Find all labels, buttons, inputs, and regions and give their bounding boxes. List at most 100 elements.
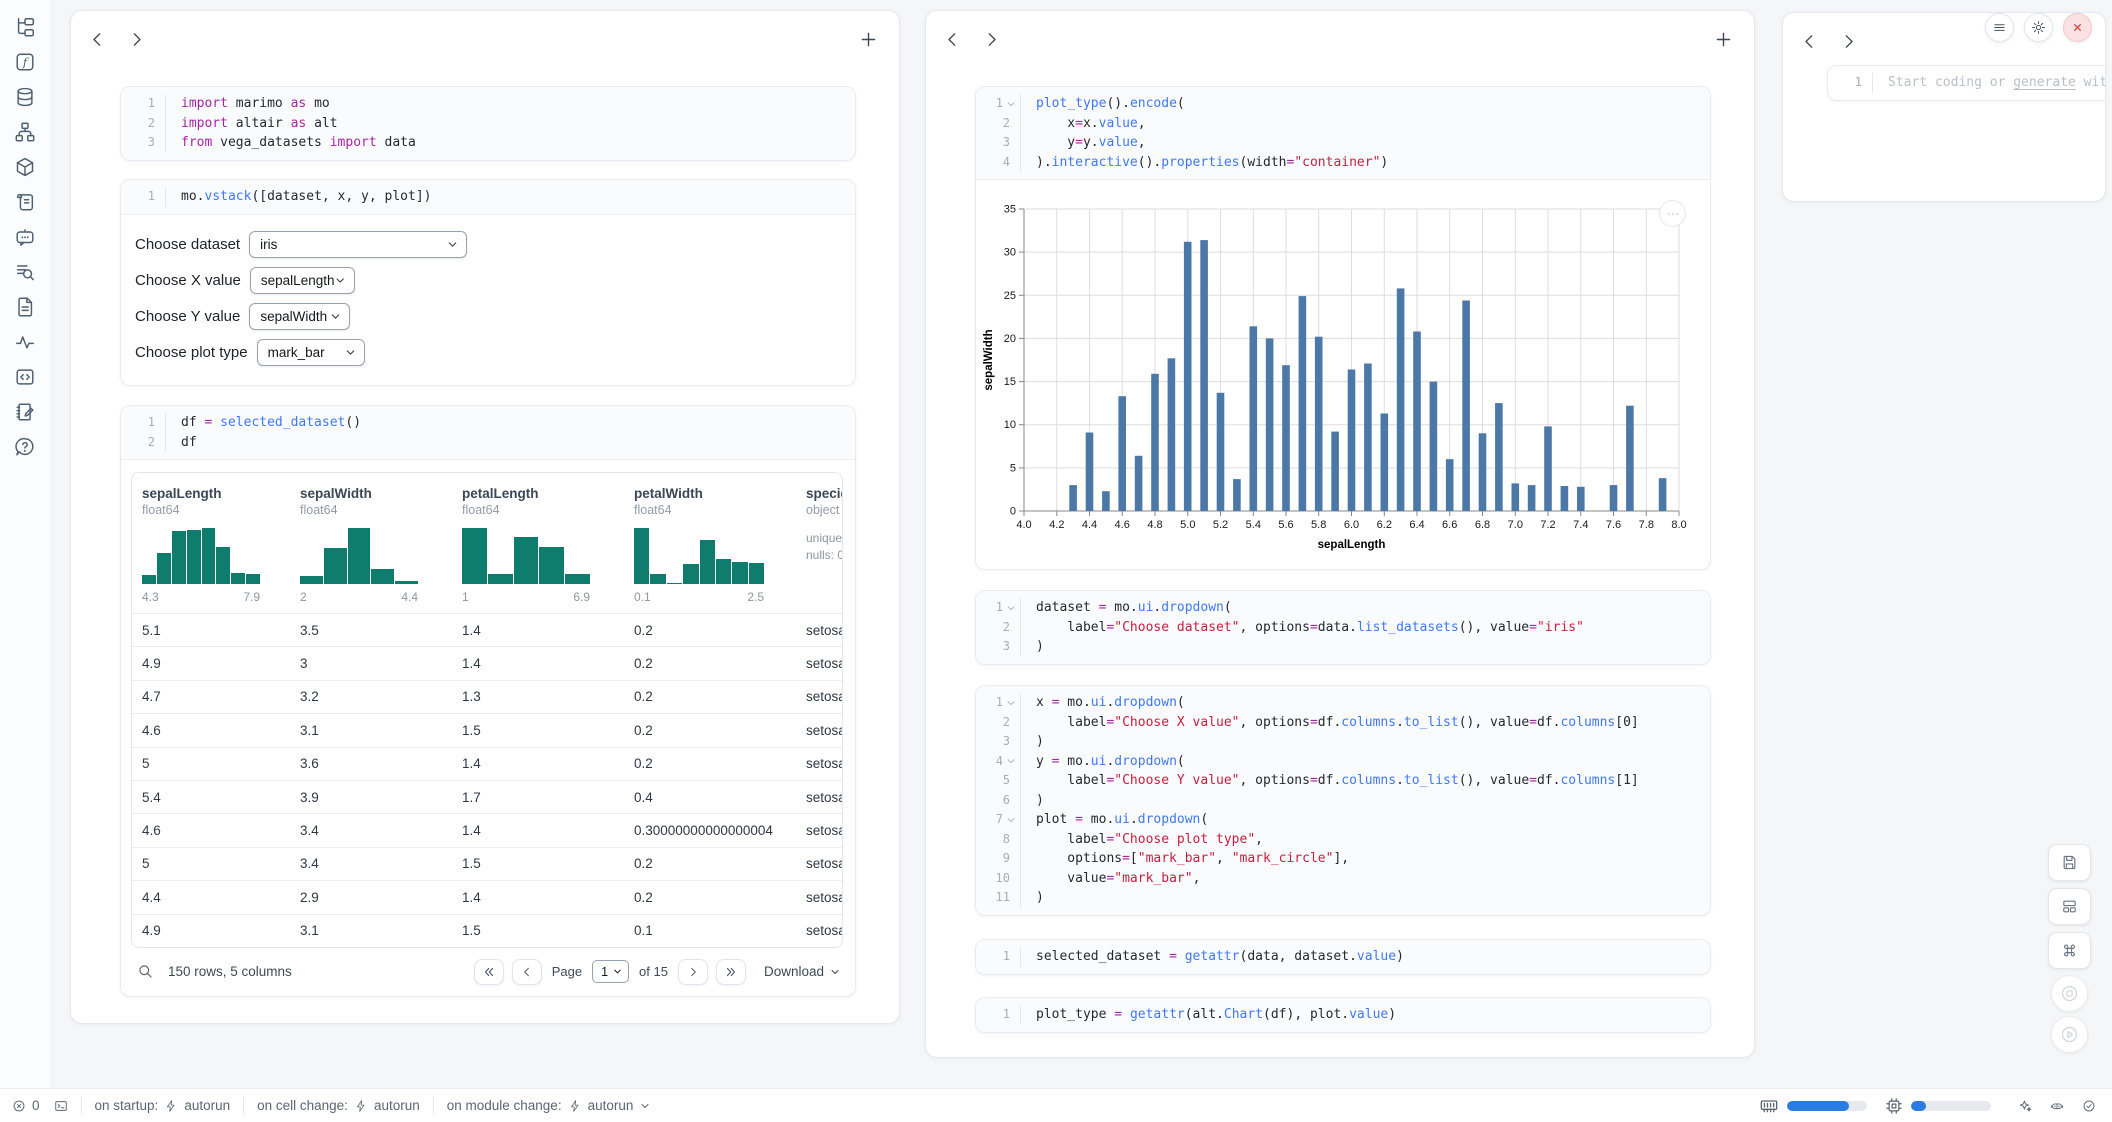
sidebar-item-scratchpad[interactable] — [12, 399, 38, 425]
table-search-button[interactable] — [135, 962, 155, 982]
sidebar-item-logs[interactable] — [12, 259, 38, 285]
first-page-button[interactable] — [474, 959, 504, 985]
cell-imports[interactable]: 1import marimo as mo2import altair as al… — [120, 86, 856, 161]
run-all-button[interactable] — [2051, 1016, 2088, 1053]
chevron-right-icon — [686, 965, 700, 979]
fold-toggle-icon[interactable] — [1006, 815, 1016, 825]
connection-status-button[interactable] — [2082, 1099, 2096, 1113]
code-editor[interactable]: 1plot_type().encode(2 x=x.value,3 y=y.va… — [976, 87, 1710, 179]
on-cell-change-setting[interactable]: on cell change: autorun — [257, 1098, 420, 1113]
sidebar-item-outline[interactable] — [12, 189, 38, 215]
code-editor[interactable]: 1x = mo.ui.dropdown(2 label="Choose X va… — [976, 686, 1710, 915]
notebook-menu-button[interactable] — [1985, 13, 2014, 42]
sidebar-item-chat[interactable] — [12, 224, 38, 250]
table-row: 53.61.40.2setosa — [132, 747, 842, 780]
column-next-button[interactable] — [126, 29, 147, 50]
sidebar-item-snippets[interactable] — [12, 364, 38, 390]
sidebar-item-documentation[interactable] — [12, 294, 38, 320]
column-header-petalLength[interactable]: petalLength — [462, 486, 628, 501]
close-icon — [2070, 20, 2085, 35]
column-header-species[interactable]: species — [806, 486, 842, 501]
cell-selected-dataset[interactable]: 1selected_dataset = getattr(data, datase… — [975, 939, 1711, 975]
chart-actions-button[interactable] — [1659, 200, 1686, 227]
column-prev-button[interactable] — [1799, 31, 1820, 52]
settings-button[interactable] — [2024, 13, 2053, 42]
keyboard-shortcuts-button[interactable] — [2048, 932, 2091, 969]
column-prev-button[interactable] — [942, 29, 963, 50]
code-editor[interactable]: 1plot_type = getattr(alt.Chart(df), plot… — [976, 998, 1710, 1032]
copilot-button[interactable] — [2050, 1099, 2064, 1113]
add-cell-button[interactable] — [858, 29, 879, 50]
add-cell-button[interactable] — [1713, 29, 1734, 50]
cell-dataframe[interactable]: 1df = selected_dataset()2df sepalLength f… — [120, 405, 856, 997]
code-line: 1mo.vstack([dataset, x, y, plot]) — [121, 187, 855, 207]
cell-dataset-dropdown[interactable]: 1dataset = mo.ui.dropdown(2 label="Choos… — [975, 590, 1711, 665]
sidebar-item-variables[interactable]: f — [12, 49, 38, 75]
page-select[interactable]: 1 — [592, 960, 629, 983]
plot-type-select[interactable]: mark_bar — [257, 339, 365, 366]
sidebar-item-dependencies[interactable] — [12, 119, 38, 145]
download-button[interactable]: Download — [764, 964, 841, 979]
column-header-sepalWidth[interactable]: sepalWidth — [300, 486, 456, 501]
document-icon — [14, 296, 36, 318]
cell-xyplot-dropdowns[interactable]: 1x = mo.ui.dropdown(2 label="Choose X va… — [975, 685, 1711, 916]
code-editor[interactable]: 1df = selected_dataset()2df — [121, 406, 855, 459]
table-cell: 5.4 — [142, 790, 300, 805]
on-startup-setting[interactable]: on startup: autorun — [95, 1098, 231, 1113]
code-editor[interactable]: 1mo.vstack([dataset, x, y, plot]) — [121, 180, 855, 214]
editor-placeholder: Start coding or generate with AI — [1888, 75, 2106, 90]
next-page-button[interactable] — [678, 959, 708, 985]
dataset-select[interactable]: iris — [249, 231, 467, 258]
code-editor[interactable]: 1selected_dataset = getattr(data, datase… — [976, 940, 1710, 974]
sidebar-item-datasources[interactable] — [12, 84, 38, 110]
ram-icon — [1759, 1096, 1779, 1116]
fold-toggle-icon[interactable] — [1006, 603, 1016, 613]
fold-toggle-icon[interactable] — [1006, 99, 1016, 109]
column-next-button[interactable] — [1838, 31, 1859, 52]
terminal-button[interactable] — [54, 1099, 68, 1113]
cell-new-empty[interactable]: 1 Start coding or generate with AI — [1827, 65, 2106, 101]
table-cell: setosa — [806, 623, 842, 638]
y-value-select[interactable]: sepalWidth — [249, 303, 350, 330]
error-count-badge[interactable]: 0 — [12, 1098, 40, 1113]
table-row: 4.63.11.50.2setosa — [132, 713, 842, 746]
x-value-select[interactable]: sepalLength — [250, 267, 355, 294]
line-number: 1 — [121, 187, 165, 207]
code-editor[interactable]: 1import marimo as mo2import altair as al… — [121, 87, 855, 160]
altair-bar-chart[interactable]: 4.04.24.44.64.85.05.25.45.65.86.06.26.46… — [979, 181, 1710, 570]
svg-text:sepalLength: sepalLength — [1318, 539, 1386, 551]
fold-toggle-icon[interactable] — [1006, 698, 1016, 708]
column-header-petalWidth[interactable]: petalWidth — [634, 486, 800, 501]
shutdown-button[interactable] — [2063, 13, 2092, 42]
column-next-button[interactable] — [981, 29, 1002, 50]
cell-plot[interactable]: 1plot_type().encode(2 x=x.value,3 y=y.va… — [975, 86, 1711, 570]
table-cell: 1.4 — [462, 656, 634, 671]
chevron-down-icon — [334, 274, 346, 287]
column-header-sepalLength[interactable]: sepalLength — [142, 486, 294, 501]
sidebar-item-help[interactable] — [12, 434, 38, 460]
sidebar-item-packages[interactable] — [12, 154, 38, 180]
line-number: 1 — [976, 598, 1020, 618]
svg-text:5.0: 5.0 — [1180, 519, 1195, 531]
svg-text:4.4: 4.4 — [1082, 519, 1097, 531]
table-cell: 3.2 — [300, 689, 462, 704]
sidebar-item-tracing[interactable] — [12, 329, 38, 355]
generate-with-ai-link[interactable]: generate — [2013, 75, 2076, 90]
column-dtype: float64 — [462, 503, 628, 517]
notebook-column-right: 1 Start coding or generate with AI — [1782, 12, 2106, 202]
layout-toggle-button[interactable] — [2048, 888, 2091, 925]
code-editor[interactable]: 1dataset = mo.ui.dropdown(2 label="Choos… — [976, 591, 1710, 664]
code-editor[interactable]: 1 Start coding or generate with AI — [1828, 66, 2106, 100]
interrupt-button[interactable] — [2051, 975, 2088, 1012]
column-prev-button[interactable] — [87, 29, 108, 50]
table-body: 5.13.51.40.2setosa4.931.40.2setosa4.73.2… — [132, 613, 842, 947]
last-page-button[interactable] — [716, 959, 746, 985]
cell-plot-type[interactable]: 1plot_type = getattr(alt.Chart(df), plot… — [975, 997, 1711, 1033]
save-button[interactable] — [2048, 844, 2091, 881]
fold-toggle-icon[interactable] — [1006, 756, 1016, 766]
ai-assist-button[interactable] — [2018, 1099, 2032, 1113]
cell-vstack[interactable]: 1mo.vstack([dataset, x, y, plot]) Choose… — [120, 179, 856, 386]
on-module-change-setting[interactable]: on module change: autorun — [447, 1098, 652, 1113]
sidebar-item-file-explorer[interactable] — [12, 14, 38, 40]
prev-page-button[interactable] — [512, 959, 542, 985]
